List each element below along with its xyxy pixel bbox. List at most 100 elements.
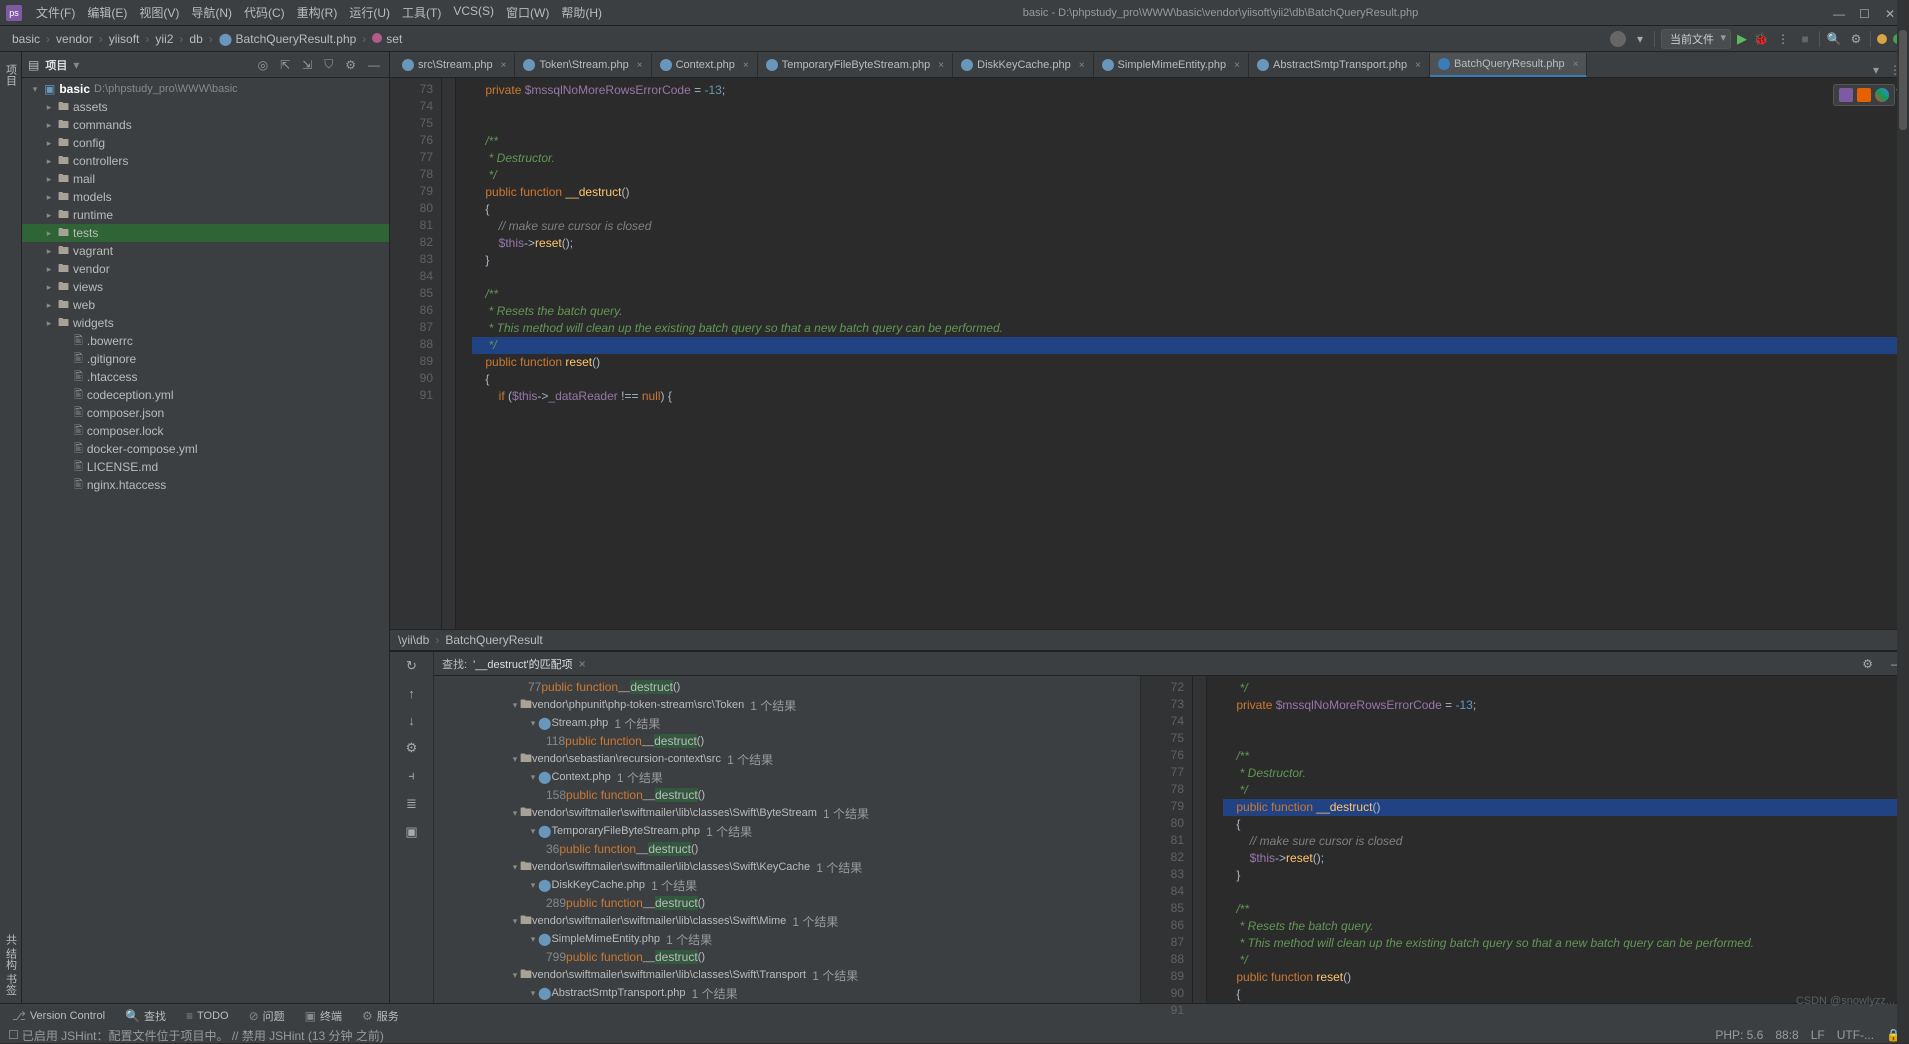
expand-all-icon[interactable]: ⇱	[277, 58, 293, 72]
tab-close-icon[interactable]: ×	[1234, 60, 1240, 71]
find-result-row[interactable]: ▾ ⬤ SimpleMimeEntity.php 1 个结果	[434, 930, 1140, 948]
collapse-all-icon[interactable]: ⇲	[299, 58, 315, 72]
editor-tab[interactable]: DiskKeyCache.php×	[953, 53, 1093, 77]
avatar-icon[interactable]	[1610, 31, 1626, 47]
editor-tab[interactable]: Token\Stream.php×	[515, 53, 651, 77]
menu-item[interactable]: 运行(U)	[343, 4, 396, 21]
debug-icon[interactable]: 🐞	[1753, 32, 1769, 46]
menu-item[interactable]: 窗口(W)	[500, 4, 555, 21]
menu-item[interactable]: 文件(F)	[30, 4, 81, 21]
folder-row[interactable]: ▸🖿 controllers	[22, 152, 389, 170]
preview-scrollbar[interactable]	[1897, 0, 1909, 1043]
search-icon[interactable]: 🔍	[1826, 32, 1842, 46]
maximize-icon[interactable]: ☐	[1859, 7, 1871, 19]
folder-row[interactable]: ▸🖿 vendor	[22, 260, 389, 278]
breadcrumb-item[interactable]: db	[185, 32, 206, 46]
folder-row[interactable]: ▸🖿 mail	[22, 170, 389, 188]
run-config-selector[interactable]: 当前文件	[1661, 29, 1731, 49]
breadcrumb-item[interactable]: set	[368, 32, 406, 46]
status-dot-yellow[interactable]	[1877, 34, 1887, 44]
toolwindow-button[interactable]: ⊘问题	[241, 1004, 293, 1028]
layout-icon[interactable]: ⫞	[408, 768, 415, 784]
project-tool-button[interactable]: 项目	[3, 64, 19, 86]
chevron-down-icon[interactable]: ▾	[1632, 32, 1648, 46]
folder-row[interactable]: ▸🖿 web	[22, 296, 389, 314]
folder-row[interactable]: ▸🖿 tests	[22, 224, 389, 242]
folder-row[interactable]: ▸🖿 views	[22, 278, 389, 296]
toolwindow-button[interactable]: ⚙服务	[354, 1004, 407, 1028]
tab-close-icon[interactable]: ×	[1079, 60, 1085, 71]
tab-close-icon[interactable]: ×	[743, 60, 749, 71]
find-result-row[interactable]: ▾ ⬤ Stream.php 1 个结果	[434, 714, 1140, 732]
breadcrumb-item[interactable]: vendor	[52, 32, 97, 46]
gear-icon[interactable]: ⚙	[342, 58, 359, 72]
editor-main[interactable]: 73747576777879808182838485868788899091 p…	[390, 78, 1909, 629]
find-result-row[interactable]: 36 public function __destruct()	[434, 840, 1140, 858]
menu-item[interactable]: 代码(C)	[238, 4, 291, 21]
editor-tab[interactable]: BatchQueryResult.php×	[1430, 53, 1588, 77]
menu-item[interactable]: VCS(S)	[447, 4, 500, 21]
status-eol[interactable]: LF	[1811, 1028, 1825, 1042]
find-result-row[interactable]: ▾ ⬤ TemporaryFileByteStream.php 1 个结果	[434, 822, 1140, 840]
stop-icon[interactable]: ■	[1797, 32, 1813, 46]
nav-crumb[interactable]: BatchQueryResult	[445, 633, 542, 647]
close-icon[interactable]: ✕	[1885, 7, 1897, 19]
list-icon[interactable]: ≣	[406, 796, 417, 812]
down-icon[interactable]: ↓	[408, 713, 415, 728]
tab-close-icon[interactable]: ×	[1573, 59, 1579, 70]
toolwindow-button[interactable]: ≡TODO	[178, 1004, 237, 1028]
folder-row[interactable]: ▸🖿 vagrant	[22, 242, 389, 260]
tab-close-icon[interactable]: ×	[1415, 60, 1421, 71]
find-result-row[interactable]: ▾ ⬤ Context.php 1 个结果	[434, 768, 1140, 786]
find-result-row[interactable]: 77 public function __destruct()	[434, 678, 1140, 696]
file-row[interactable]: 🖺 codeception.yml	[22, 386, 389, 404]
tab-dropdown-icon[interactable]: ▾	[1873, 63, 1879, 77]
find-result-row[interactable]: 289 public function __destruct()	[434, 894, 1140, 912]
editor-tab[interactable]: Context.php×	[652, 53, 758, 77]
status-caret[interactable]: 88:8	[1775, 1028, 1798, 1042]
folder-row[interactable]: ▸🖿 assets	[22, 98, 389, 116]
toolwindow-button[interactable]: 🔍查找	[117, 1004, 174, 1028]
file-row[interactable]: 🖺 .gitignore	[22, 350, 389, 368]
find-result-row[interactable]: ▾ 🖿 vendor\swiftmailer\swiftmailer\lib\c…	[434, 858, 1140, 876]
find-results-tree[interactable]: 77 public function __destruct() ▾ 🖿 vendo…	[434, 676, 1141, 1003]
project-root[interactable]: ▾▣ basic D:\phpstudy_pro\WWW\basic	[22, 80, 389, 98]
folder-row[interactable]: ▸🖿 config	[22, 134, 389, 152]
breadcrumb-item[interactable]: ⬤ BatchQueryResult.php	[215, 32, 361, 46]
rerun-icon[interactable]: ↻	[406, 658, 417, 674]
firefox-icon[interactable]	[1857, 88, 1871, 102]
breadcrumb-item[interactable]: yiisoft	[105, 32, 144, 46]
file-row[interactable]: 🖺 composer.json	[22, 404, 389, 422]
folder-row[interactable]: ▸🖿 runtime	[22, 206, 389, 224]
pin-icon[interactable]: ▣	[405, 824, 417, 840]
status-hint-icon[interactable]: ☐	[8, 1028, 19, 1042]
menu-item[interactable]: 工具(T)	[396, 4, 447, 21]
file-row[interactable]: 🖺 .htaccess	[22, 368, 389, 386]
find-result-row[interactable]: 799 public function __destruct()	[434, 948, 1140, 966]
find-result-row[interactable]: ▾ 🖿 vendor\swiftmailer\swiftmailer\lib\c…	[434, 966, 1140, 984]
menu-item[interactable]: 导航(N)	[185, 4, 238, 21]
file-row[interactable]: 🖺 LICENSE.md	[22, 458, 389, 476]
editor-tab[interactable]: TemporaryFileByteStream.php×	[758, 53, 953, 77]
breadcrumb-item[interactable]: yii2	[151, 32, 177, 46]
folder-row[interactable]: ▸🖿 models	[22, 188, 389, 206]
minimize-icon[interactable]: —	[1833, 7, 1845, 19]
find-result-row[interactable]: ▾ ⬤ DiskKeyCache.php 1 个结果	[434, 876, 1140, 894]
run-icon[interactable]: ▶	[1737, 31, 1747, 47]
project-tree[interactable]: ▾▣ basic D:\phpstudy_pro\WWW\basic▸🖿 ass…	[22, 78, 389, 1003]
file-row[interactable]: 🖺 .bowerrc	[22, 332, 389, 350]
phpstorm-icon[interactable]	[1839, 88, 1853, 102]
tab-close-icon[interactable]: ×	[501, 60, 507, 71]
editor-tab[interactable]: AbstractSmtpTransport.php×	[1249, 53, 1430, 77]
breadcrumb-item[interactable]: basic	[8, 32, 44, 46]
menu-item[interactable]: 编辑(E)	[81, 4, 133, 21]
menu-item[interactable]: 帮助(H)	[555, 4, 608, 21]
find-result-row[interactable]: ▾ 🖿 vendor\sebastian\recursion-context\s…	[434, 750, 1140, 768]
gear-icon[interactable]: ⚙	[1856, 657, 1879, 671]
status-encoding[interactable]: UTF-...	[1837, 1028, 1874, 1042]
settings-icon[interactable]: ⚙	[406, 740, 418, 756]
find-result-row[interactable]: ▾ 🖿 vendor\swiftmailer\swiftmailer\lib\c…	[434, 804, 1140, 822]
close-tag-icon[interactable]: ×	[579, 657, 586, 671]
file-row[interactable]: 🖺 composer.lock	[22, 422, 389, 440]
file-row[interactable]: 🖺 nginx.htaccess	[22, 476, 389, 494]
